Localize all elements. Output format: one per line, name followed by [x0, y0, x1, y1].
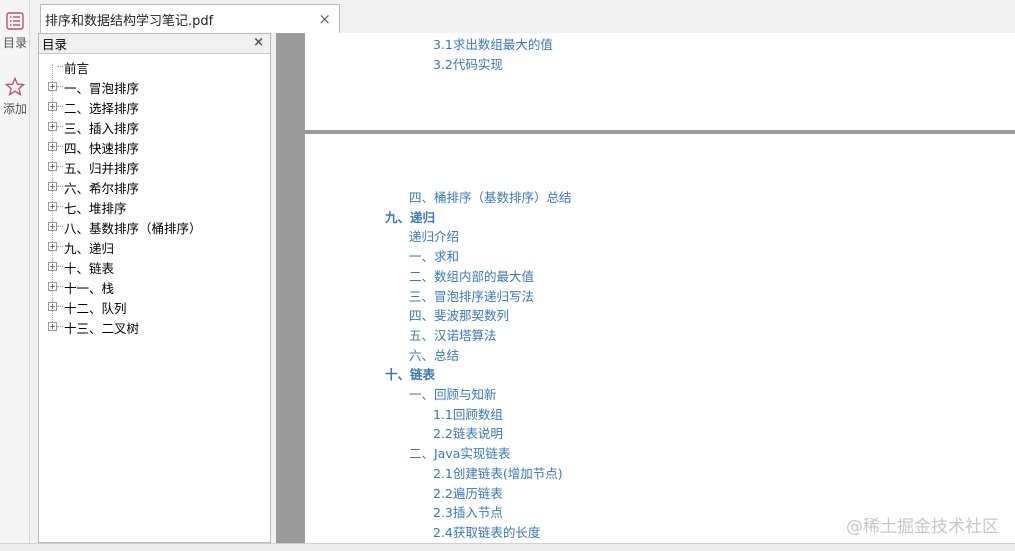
toc-link[interactable]: 2.4获取链表的长度 — [433, 522, 540, 541]
status-bar — [0, 543, 1015, 551]
left-rail: 目录 添加 — [0, 0, 30, 551]
tab-bar: 排序和数据结构学习笔记.pdf × — [30, 0, 1015, 33]
star-icon — [4, 76, 26, 98]
expand-icon[interactable]: + — [48, 302, 57, 311]
outline-item-label: 十三、二叉树 — [64, 321, 140, 336]
toc-link[interactable]: 三、冒泡排序递归写法 — [409, 286, 534, 305]
toc-link[interactable]: 1.1回顾数组 — [433, 404, 503, 423]
expand-icon[interactable]: + — [48, 282, 57, 291]
toc-link[interactable]: 3.1求出数组最大的值 — [433, 34, 553, 53]
tree-connector — [57, 106, 63, 107]
outline-item[interactable]: + 十二、队列 — [39, 296, 270, 316]
outline-item[interactable]: + 十、链表 — [39, 256, 270, 276]
outline-item-label: 四、快速排序 — [64, 141, 140, 156]
toc-link[interactable]: 五、汉诺塔算法 — [409, 325, 497, 344]
toc-link[interactable]: 十、链表 — [385, 364, 435, 383]
tree-connector — [57, 166, 63, 167]
document-gutter — [276, 33, 305, 543]
outline-panel-header: 目录 × — [39, 34, 270, 54]
outline-panel-title: 目录 — [42, 37, 68, 52]
toc-link[interactable]: 九、递归 — [385, 207, 435, 226]
outline-item[interactable]: + 十一、栈 — [39, 276, 270, 296]
toc-link[interactable]: 2.3插入节点 — [433, 502, 503, 521]
outline-item-label: 六、希尔排序 — [64, 181, 140, 196]
tree-connector — [57, 226, 63, 227]
toc-link[interactable]: 2.1创建链表(增加节点) — [433, 463, 563, 482]
tree-connector — [57, 206, 63, 207]
expand-icon[interactable]: + — [48, 162, 57, 171]
toc-link[interactable]: 二、Java实现链表 — [409, 443, 510, 462]
tree-connector — [57, 286, 63, 287]
outline-item-label: 前言 — [64, 61, 90, 76]
tree-connector — [57, 126, 63, 127]
toc-link[interactable]: 四、桶排序（基数排序）总结 — [409, 187, 572, 206]
outline-item[interactable]: + 五、归并排序 — [39, 156, 270, 176]
toc-link[interactable]: 一、回顾与知新 — [409, 384, 497, 403]
outline-item[interactable]: + 九、递归 — [39, 236, 270, 256]
outline-item[interactable]: + 一、冒泡排序 — [39, 76, 270, 96]
toc-link[interactable]: 一、求和 — [409, 246, 459, 265]
close-tab-icon[interactable]: × — [318, 10, 331, 28]
toc-link[interactable]: 2.2遍历链表 — [433, 483, 503, 502]
expand-icon[interactable]: + — [48, 202, 57, 211]
outline-item[interactable]: + 四、快速排序 — [39, 136, 270, 156]
tree-connector — [57, 66, 63, 67]
outline-item-label: 七、堆排序 — [64, 201, 127, 216]
outline-item-label: 十一、栈 — [64, 281, 115, 296]
outline-icon — [4, 10, 26, 32]
outline-rail-button[interactable]: 目录 — [0, 10, 30, 51]
tree-connector — [57, 326, 63, 327]
outline-item[interactable]: + 十三、二叉树 — [39, 316, 270, 336]
toc-link[interactable]: 四、斐波那契数列 — [409, 305, 509, 324]
tree-connector — [57, 86, 63, 87]
expand-icon[interactable]: + — [48, 322, 57, 331]
expand-icon[interactable]: + — [48, 182, 57, 191]
document-tab[interactable]: 排序和数据结构学习笔记.pdf × — [40, 4, 340, 33]
outline-item-label: 九、递归 — [64, 241, 115, 256]
outline-rail-label: 目录 — [2, 36, 27, 50]
outline-item-label: 一、冒泡排序 — [64, 81, 140, 96]
pdf-page-2: 四、桶排序（基数排序）总结 九、递归 递归介绍 一、求和 二、数组内部的最大值 三、冒泡排… — [305, 134, 1015, 543]
toc-link[interactable]: 3.2代码实现 — [433, 54, 503, 73]
tree-connector — [57, 146, 63, 147]
toc-link[interactable]: 六、总结 — [409, 345, 459, 364]
tree-connector — [57, 266, 63, 267]
tree-connector — [57, 306, 63, 307]
pdf-page-1: 3.1求出数组最大的值 3.2代码实现 — [305, 33, 1015, 130]
watermark: @稀土掘金技术社区 — [846, 517, 999, 537]
document-tab-title: 排序和数据结构学习笔记.pdf — [45, 13, 214, 29]
outline-item-label: 三、插入排序 — [64, 121, 140, 136]
outline-item-label: 十二、队列 — [64, 301, 127, 316]
outline-item-label: 二、选择排序 — [64, 101, 140, 116]
outline-item-label: 五、归并排序 — [64, 161, 140, 176]
expand-icon[interactable]: + — [48, 222, 57, 231]
expand-icon[interactable]: + — [48, 102, 57, 111]
outline-item[interactable]: + 二、选择排序 — [39, 96, 270, 116]
expand-icon[interactable]: + — [48, 262, 57, 271]
toc-link[interactable]: 2.2链表说明 — [433, 423, 503, 442]
add-bookmark-button[interactable]: 添加 — [0, 76, 30, 117]
outline-item[interactable]: + 六、希尔排序 — [39, 176, 270, 196]
tree-connector — [57, 246, 63, 247]
outline-item[interactable]: + 八、基数排序（桶排序） — [39, 216, 270, 236]
toc-link[interactable]: 二、数组内部的最大值 — [409, 266, 534, 285]
expand-icon[interactable]: + — [48, 122, 57, 131]
tree-connector — [57, 186, 63, 187]
outline-item[interactable]: + 七、堆排序 — [39, 196, 270, 216]
close-panel-icon[interactable]: × — [253, 35, 264, 50]
expand-icon[interactable]: + — [48, 82, 57, 91]
outline-item[interactable]: 前言 — [39, 56, 270, 76]
toc-link[interactable]: 递归介绍 — [409, 226, 459, 245]
outline-panel: 目录 × 前言 + 一、冒泡排序 + 二、选择排序 + 三、插入排序 + 四、快速排序 + 五、归并… — [38, 33, 271, 543]
outline-item-label: 八、基数排序（桶排序） — [64, 221, 202, 236]
outline-item[interactable]: + 三、插入排序 — [39, 116, 270, 136]
expand-icon[interactable]: + — [48, 242, 57, 251]
expand-icon[interactable]: + — [48, 142, 57, 151]
add-bookmark-label: 添加 — [2, 102, 27, 116]
outline-item-label: 十、链表 — [64, 261, 115, 276]
outline-tree: 前言 + 一、冒泡排序 + 二、选择排序 + 三、插入排序 + 四、快速排序 + 五、归并排序 + 六、… — [39, 54, 270, 336]
